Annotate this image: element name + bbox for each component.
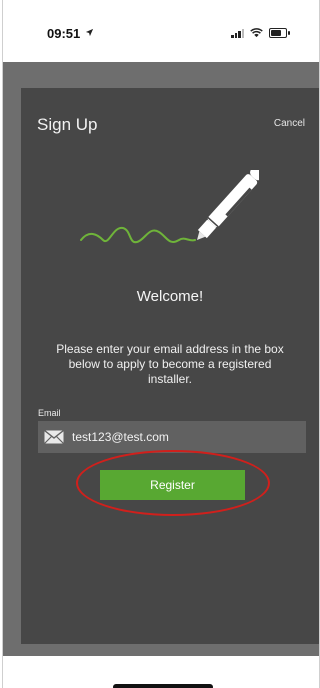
status-bar: 09:51	[3, 0, 319, 62]
wifi-icon	[250, 28, 263, 38]
email-field[interactable]: test123@test.com	[38, 421, 306, 453]
pen-signature-illustration	[80, 170, 259, 244]
cancel-button[interactable]: Cancel	[274, 118, 305, 129]
email-label: Email	[38, 408, 61, 418]
email-value: test123@test.com	[72, 430, 169, 444]
instructions-text: Please enter your email address in the b…	[56, 342, 284, 386]
battery-icon	[269, 28, 290, 38]
status-time: 09:51	[47, 26, 81, 41]
signal-icon	[231, 28, 244, 38]
dialog-title: Sign Up	[37, 115, 98, 134]
register-button[interactable]: Register	[100, 470, 245, 500]
home-indicator[interactable]	[113, 684, 213, 688]
phone-screen: 09:51 Sign Up Cancel Welcome! Please ent…	[2, 0, 320, 688]
location-arrow-icon	[85, 28, 94, 37]
mail-icon	[44, 430, 64, 444]
sign-up-dialog: Sign Up Cancel Welcome! Please enter you…	[21, 88, 319, 644]
status-icons	[231, 27, 290, 39]
welcome-heading: Welcome!	[136, 288, 204, 305]
